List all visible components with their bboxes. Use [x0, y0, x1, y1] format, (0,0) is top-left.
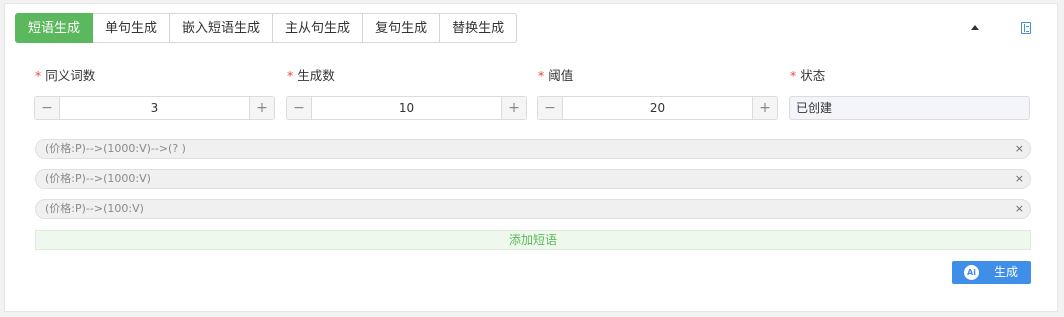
decrement-button[interactable]: − — [538, 97, 563, 119]
synonym-count-label: 同义词数 — [45, 68, 96, 83]
tab-phrase-generation[interactable]: 短语生成 — [15, 13, 94, 43]
status-field: * 状态 已创建 — [789, 68, 1030, 120]
phrase-item: (价格:P)-->(100:V) × — [35, 199, 1031, 219]
close-icon[interactable]: × — [1015, 200, 1024, 218]
generate-label: 生成 — [994, 265, 1019, 279]
close-icon[interactable]: × — [1015, 140, 1024, 158]
synonym-count-value[interactable]: 3 — [60, 97, 249, 119]
required-mark: * — [35, 68, 42, 83]
threshold-label: 阈值 — [548, 68, 574, 83]
generation-count-stepper: − 10 + — [286, 96, 527, 120]
generation-count-field: * 生成数 − 10 + — [286, 68, 527, 120]
tab-compound-sentence-generation[interactable]: 复句生成 — [363, 13, 441, 43]
synonym-count-stepper: − 3 + — [34, 96, 275, 120]
caret-up-icon[interactable] — [971, 25, 979, 30]
synonym-count-field: * 同义词数 − 3 + — [34, 68, 275, 120]
generation-count-value[interactable]: 10 — [312, 97, 501, 119]
tab-main-subordinate-generation[interactable]: 主从句生成 — [273, 13, 364, 43]
status-label: 状态 — [800, 68, 826, 83]
ai-icon: Ai — [964, 265, 979, 280]
generate-button[interactable]: Ai 生成 — [952, 261, 1031, 284]
book-icon[interactable] — [1021, 22, 1031, 34]
phrase-text: (价格:P)-->(100:V) — [45, 202, 144, 215]
increment-button[interactable]: + — [752, 97, 777, 119]
tab-replacement-generation[interactable]: 替换生成 — [440, 13, 518, 43]
increment-button[interactable]: + — [249, 97, 274, 119]
tab-sentence-generation[interactable]: 单句生成 — [93, 13, 171, 43]
tab-bar: 短语生成 单句生成 嵌入短语生成 主从句生成 复句生成 替换生成 — [15, 13, 518, 43]
required-mark: * — [538, 68, 545, 83]
close-icon[interactable]: × — [1015, 170, 1024, 188]
generation-count-label: 生成数 — [297, 68, 335, 83]
decrement-button[interactable]: − — [35, 97, 60, 119]
phrase-text: (价格:P)-->(1000:V)-->(? ) — [45, 142, 186, 155]
generation-panel: 短语生成 单句生成 嵌入短语生成 主从句生成 复句生成 替换生成 * 同义词数 −… — [4, 3, 1058, 312]
threshold-value[interactable]: 20 — [563, 97, 752, 119]
tab-embedded-phrase-generation[interactable]: 嵌入短语生成 — [170, 13, 274, 43]
threshold-field: * 阈值 − 20 + — [537, 68, 778, 120]
phrase-text: (价格:P)-->(1000:V) — [45, 172, 151, 185]
threshold-stepper: − 20 + — [537, 96, 778, 120]
status-input[interactable]: 已创建 — [789, 96, 1030, 120]
increment-button[interactable]: + — [501, 97, 526, 119]
required-mark: * — [287, 68, 294, 83]
phrase-item: (价格:P)-->(1000:V)-->(? ) × — [35, 139, 1031, 159]
required-mark: * — [790, 68, 797, 83]
phrase-item: (价格:P)-->(1000:V) × — [35, 169, 1031, 189]
add-phrase-button[interactable]: 添加短语 — [35, 230, 1031, 250]
decrement-button[interactable]: − — [287, 97, 312, 119]
